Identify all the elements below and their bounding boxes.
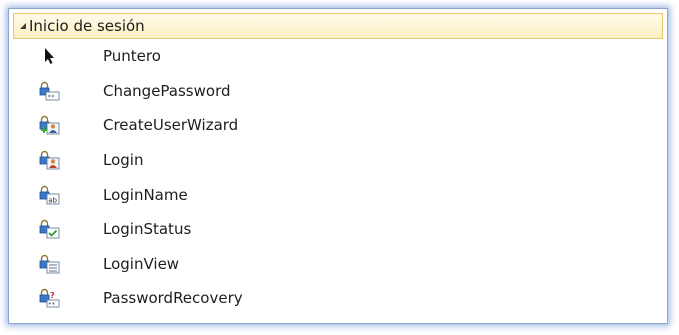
- login-name-icon: ab: [39, 185, 60, 204]
- svg-text:ab: ab: [48, 196, 57, 204]
- toolbox-item-label: PasswordRecovery: [103, 289, 243, 308]
- login-status-icon: [39, 220, 60, 239]
- collapse-triangle-icon[interactable]: [20, 23, 26, 29]
- toolbox-item-label: ChangePassword: [103, 81, 231, 100]
- toolbox-item-passwordrecovery[interactable]: ? ** PasswordRecovery: [13, 281, 663, 316]
- toolbox-item-changepassword[interactable]: ** ChangePassword: [13, 74, 663, 109]
- toolbox-item-loginview[interactable]: LoginView: [13, 247, 663, 282]
- toolbox-group-header[interactable]: Inicio de sesión: [13, 13, 663, 39]
- toolbox-panel: Inicio de sesión Puntero ** ChangePasswo…: [8, 8, 668, 324]
- svg-text:?: ?: [50, 291, 55, 300]
- toolbox-item-label: LoginName: [103, 185, 188, 204]
- toolbox-item-login[interactable]: Login: [13, 143, 663, 178]
- password-recovery-icon: ? **: [39, 289, 60, 309]
- group-title: Inicio de sesión: [29, 17, 145, 35]
- toolbox-item-label: LoginStatus: [103, 220, 192, 239]
- toolbox-item-label: Puntero: [103, 47, 161, 66]
- login-view-icon: [39, 254, 60, 274]
- toolbox-item-label: LoginView: [103, 254, 180, 273]
- toolbox-item-createuserwizard[interactable]: CreateUserWizard: [13, 108, 663, 143]
- toolbox-item-loginstatus[interactable]: LoginStatus: [13, 212, 663, 247]
- svg-text:**: **: [48, 94, 56, 101]
- toolbox-item-loginname[interactable]: ab LoginName: [13, 177, 663, 212]
- toolbox-item-pointer[interactable]: Puntero: [13, 39, 663, 74]
- svg-text:**: **: [48, 302, 56, 309]
- change-password-icon: **: [39, 81, 60, 101]
- toolbox-item-list: Puntero ** ChangePassword CreateUserWiza…: [13, 39, 663, 316]
- pointer-icon: [45, 48, 54, 65]
- toolbox-item-label: Login: [103, 151, 144, 170]
- create-user-wizard-icon: [39, 116, 60, 135]
- toolbox-item-label: CreateUserWizard: [103, 116, 239, 135]
- login-icon: [39, 150, 60, 170]
